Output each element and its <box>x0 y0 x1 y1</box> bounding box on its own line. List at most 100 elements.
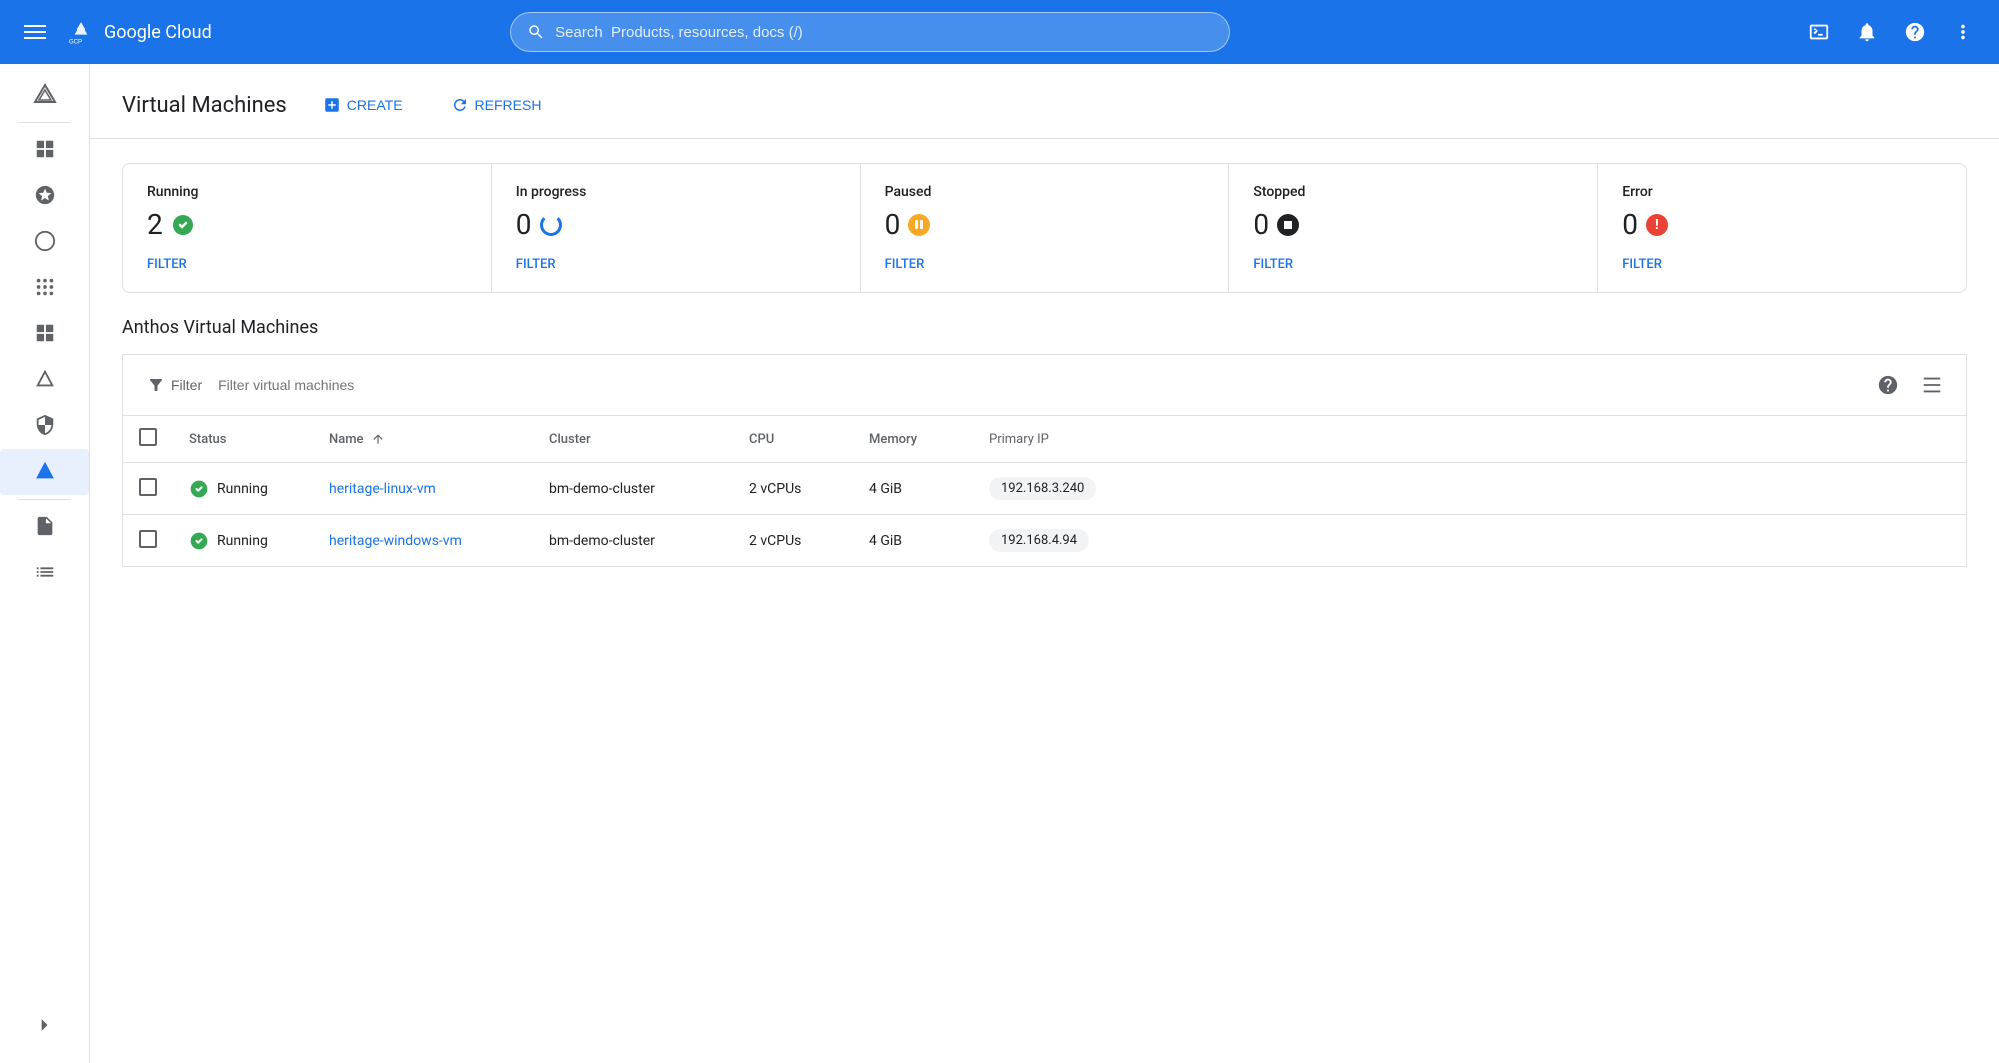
sidebar-item-features[interactable] <box>0 173 89 219</box>
col-header-cluster: Cluster <box>533 416 733 463</box>
vm-section-title: Anthos Virtual Machines <box>122 317 1967 338</box>
stat-inprogress-label: In progress <box>516 184 836 200</box>
google-cloud-logo: GCP Google Cloud <box>66 17 212 47</box>
stat-stopped-value: 0 <box>1253 208 1269 241</box>
sidebar-item-anthos2[interactable] <box>0 357 89 403</box>
filter-input[interactable] <box>218 377 1862 393</box>
services-icon <box>33 321 57 345</box>
toolbar-right <box>1870 367 1950 403</box>
stat-paused-label: Paused <box>885 184 1205 200</box>
stat-stopped-label: Stopped <box>1253 184 1573 200</box>
svg-text:GCP: GCP <box>69 39 82 45</box>
search-input[interactable] <box>555 24 1213 41</box>
search-icon <box>527 23 545 41</box>
vm-icon <box>33 459 57 483</box>
col-header-checkbox <box>123 416 174 463</box>
row-1-cluster: bm-demo-cluster <box>533 463 733 515</box>
stat-running-label: Running <box>147 184 467 200</box>
inprogress-status-icon <box>540 214 562 236</box>
stat-paused: Paused 0 FILTER <box>861 164 1230 292</box>
sidebar-collapse <box>0 995 89 1055</box>
stopped-status-icon <box>1277 214 1299 236</box>
row-1-memory: 4 GiB <box>853 463 973 515</box>
page-header: Virtual Machines CREATE REFRESH <box>90 64 1999 139</box>
sidebar-item-vms[interactable] <box>0 449 89 495</box>
col-header-status: Status <box>173 416 313 463</box>
stat-stopped-filter[interactable]: FILTER <box>1253 257 1293 272</box>
row-2-name[interactable]: heritage-windows-vm <box>329 533 462 549</box>
stat-inprogress-filter[interactable]: FILTER <box>516 257 556 272</box>
shield-icon <box>33 413 57 437</box>
refresh-button[interactable]: REFRESH <box>439 88 554 122</box>
row-2-memory: 4 GiB <box>853 515 973 567</box>
columns-button[interactable] <box>1914 367 1950 403</box>
refresh-icon <box>451 96 469 114</box>
stat-paused-filter[interactable]: FILTER <box>885 257 925 272</box>
table-toolbar: Filter <box>122 354 1967 415</box>
stats-container: Running 2 FILTER In progress 0 FILTER <box>122 163 1967 293</box>
sidebar-item-workloads[interactable] <box>0 265 89 311</box>
search-bar[interactable] <box>510 12 1230 52</box>
filter-button[interactable]: Filter <box>139 372 210 398</box>
col-header-memory: Memory <box>853 416 973 463</box>
sort-icon <box>371 432 385 446</box>
stat-error-value: 0 <box>1622 208 1638 241</box>
col-header-cpu: CPU <box>733 416 853 463</box>
more-options-button[interactable] <box>1943 12 1983 52</box>
sidebar-item-docs[interactable] <box>0 504 89 550</box>
terminal-button[interactable] <box>1799 12 1839 52</box>
create-label: CREATE <box>347 97 403 113</box>
help-table-button[interactable] <box>1870 367 1906 403</box>
workloads-icon <box>33 275 57 299</box>
config-icon <box>33 367 57 391</box>
row-1-checkbox[interactable] <box>139 478 157 496</box>
notifications-button[interactable] <box>1847 12 1887 52</box>
create-icon <box>323 96 341 114</box>
anthos-icon <box>33 82 57 106</box>
row-1-cpu: 2 vCPUs <box>733 463 853 515</box>
dashboard-icon <box>33 137 57 161</box>
select-all-checkbox[interactable] <box>139 428 157 446</box>
stat-inprogress: In progress 0 FILTER <box>492 164 861 292</box>
top-nav: GCP Google Cloud <box>0 0 1999 64</box>
vm-table: Status Name Cluster CPU Memory Primary I… <box>122 415 1967 567</box>
sidebar-item-dashboard[interactable] <box>0 127 89 173</box>
table-row: Running heritage-windows-vm bm-demo-clus… <box>123 515 1967 567</box>
row-2-status: Running <box>217 533 268 549</box>
sidebar-item-list[interactable] <box>0 550 89 596</box>
clusters-icon <box>33 229 57 253</box>
stat-inprogress-value: 0 <box>516 208 532 241</box>
sidebar-item-security[interactable] <box>0 403 89 449</box>
row-2-cluster: bm-demo-cluster <box>533 515 733 567</box>
filter-label: Filter <box>171 377 202 393</box>
sidebar-divider-2 <box>18 499 71 500</box>
col-header-ip: Primary IP <box>973 416 1967 463</box>
row-1-status-icon <box>189 479 209 499</box>
sidebar <box>0 64 90 1063</box>
col-header-name[interactable]: Name <box>313 416 533 463</box>
stat-error-filter[interactable]: FILTER <box>1622 257 1662 272</box>
stat-stopped: Stopped 0 FILTER <box>1229 164 1598 292</box>
stat-error: Error 0 ! FILTER <box>1598 164 1966 292</box>
create-button[interactable]: CREATE <box>311 88 415 122</box>
stat-paused-value: 0 <box>885 208 901 241</box>
row-2-checkbox[interactable] <box>139 530 157 548</box>
stat-running-filter[interactable]: FILTER <box>147 257 187 272</box>
paused-status-icon <box>908 214 930 236</box>
table-row: Running heritage-linux-vm bm-demo-cluste… <box>123 463 1967 515</box>
sidebar-item-anthos-logo[interactable] <box>0 72 89 118</box>
sidebar-item-clusters[interactable] <box>0 219 89 265</box>
help-button[interactable] <box>1895 12 1935 52</box>
collapse-button[interactable] <box>27 1007 63 1043</box>
row-2-ip: 192.168.4.94 <box>989 529 1089 552</box>
sidebar-item-grid2[interactable] <box>0 311 89 357</box>
error-status-icon: ! <box>1646 214 1668 236</box>
hamburger-menu[interactable] <box>16 17 54 47</box>
vm-section: Anthos Virtual Machines Filter <box>122 317 1967 567</box>
row-1-name[interactable]: heritage-linux-vm <box>329 481 436 497</box>
list-icon <box>33 560 57 584</box>
running-status-icon <box>171 213 195 237</box>
features-icon <box>33 183 57 207</box>
page-title: Virtual Machines <box>122 93 287 118</box>
sidebar-divider-1 <box>18 122 71 123</box>
